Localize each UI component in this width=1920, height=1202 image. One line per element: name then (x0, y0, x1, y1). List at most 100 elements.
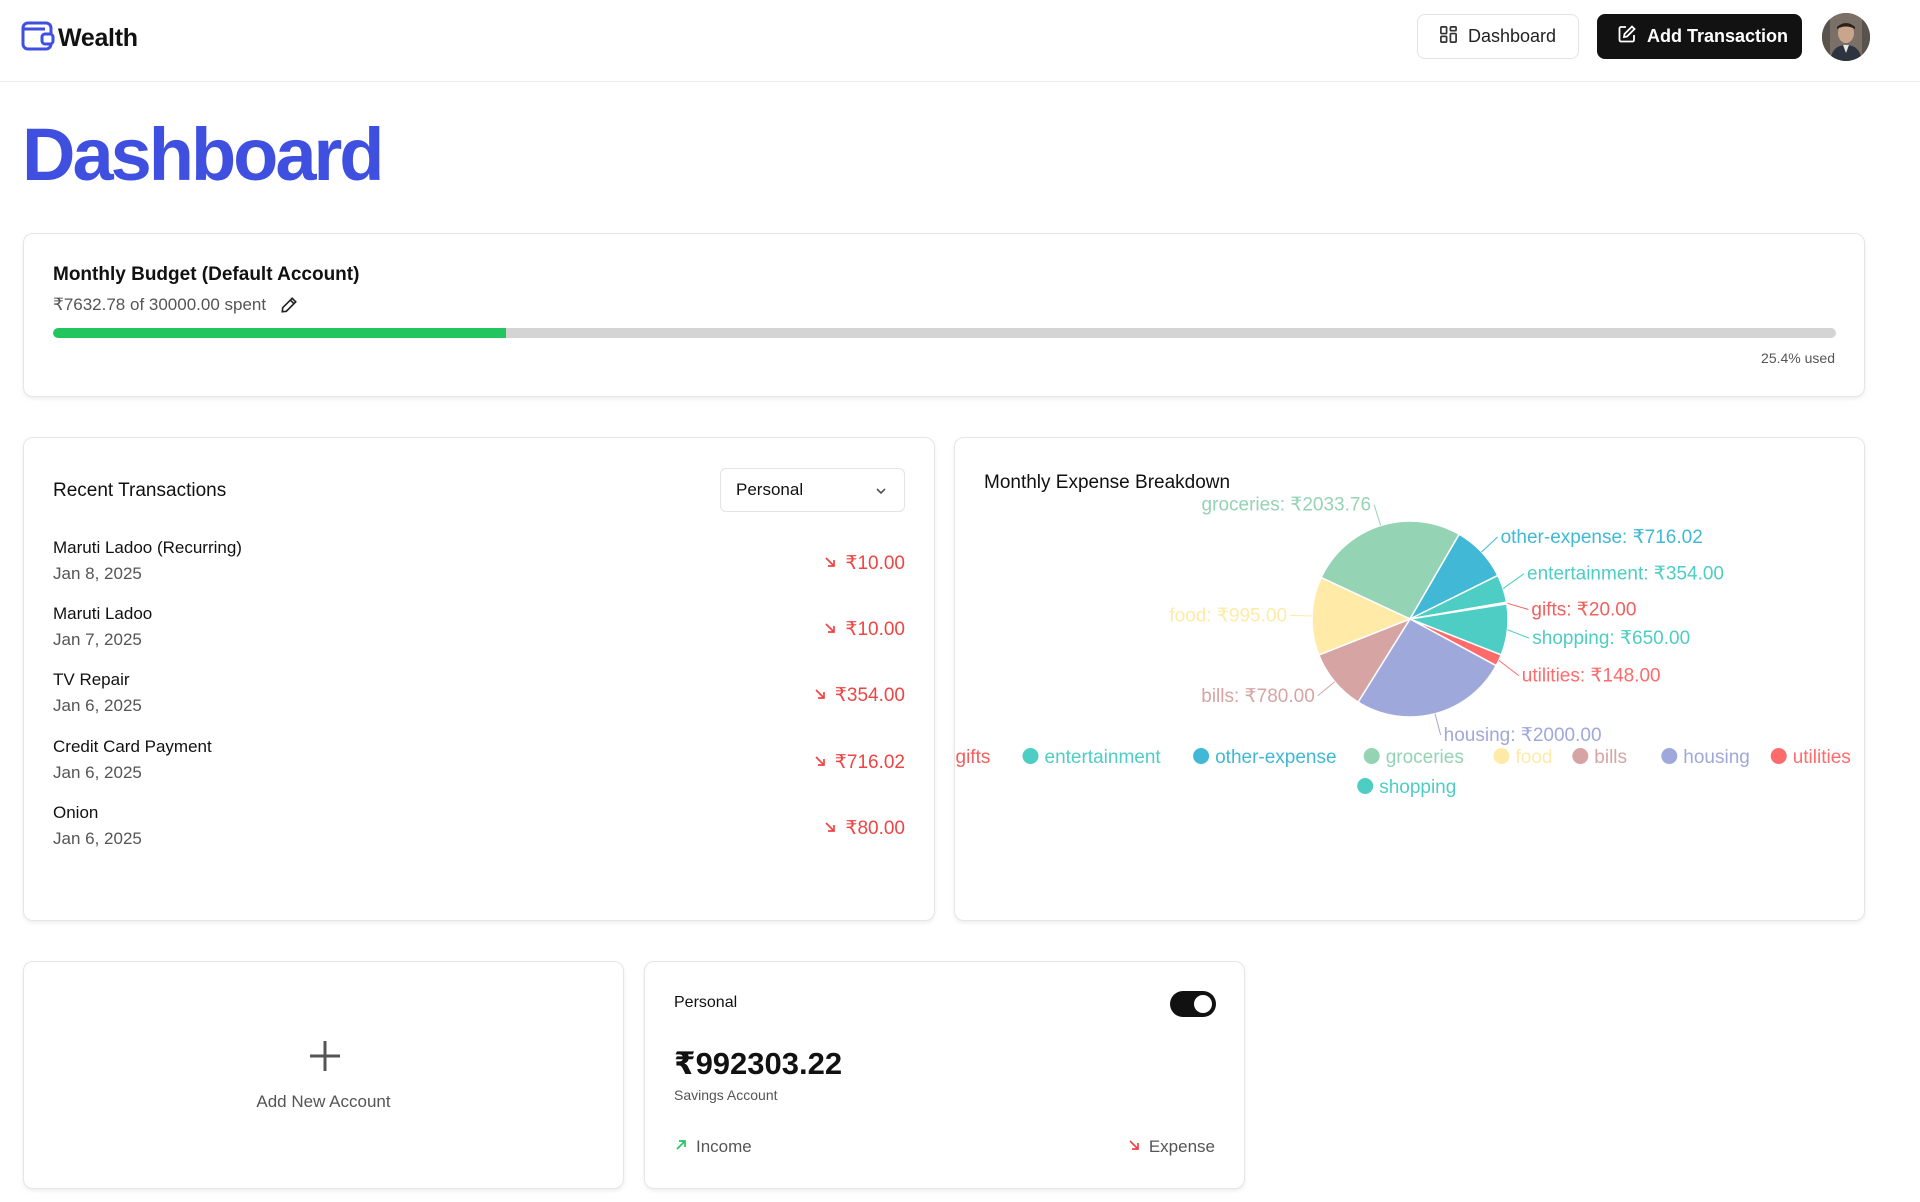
add-new-account-card[interactable]: Add New Account (23, 961, 624, 1189)
pie-leader-other-expense (1481, 536, 1498, 553)
arrow-down-right-icon (823, 818, 837, 840)
pie-leader-gifts (1506, 602, 1529, 610)
budget-progress-bar (53, 328, 1836, 338)
user-avatar[interactable] (1822, 13, 1870, 61)
transaction-amount: ₹10.00 (823, 552, 905, 575)
pie-label-gifts: gifts: ₹20.00 (1531, 599, 1636, 620)
arrow-down-right-icon (823, 619, 837, 641)
pie-label-housing: housing: ₹2000.00 (1444, 725, 1602, 746)
add-new-account-label: Add New Account (256, 1092, 391, 1111)
pie-label-utilities: utilities: ₹148.00 (1522, 666, 1661, 687)
pie-label-entertainment: entertainment: ₹354.00 (1527, 564, 1724, 585)
account-card[interactable]: Personal ₹992303.22 Savings Account Inco… (644, 961, 1245, 1189)
arrow-down-right-icon (813, 685, 827, 707)
expense-breakdown-card: Monthly Expense Breakdown groceries: ₹20… (954, 437, 1865, 921)
expense-pie-chart: groceries: ₹2033.76 other-expense: ₹716.0… (956, 495, 1851, 798)
transaction-row[interactable]: Maruti Ladoo Jan 7, 2025 ₹10.00 (53, 604, 905, 670)
legend-label-entertainment[interactable]: entertainment (1045, 747, 1162, 768)
toggle-knob (1194, 995, 1212, 1013)
recent-transactions-title: Recent Transactions (53, 480, 227, 501)
transaction-amount: ₹716.02 (813, 751, 905, 774)
account-expense-label: Expense (1148, 1137, 1215, 1156)
transaction-date: Jan 7, 2025 (53, 630, 142, 649)
account-balance: ₹992303.22 (674, 1046, 843, 1081)
legend-label-gifts[interactable]: gifts (956, 747, 991, 768)
pie-leader-groceries (1373, 504, 1382, 526)
pie-leader-shopping (1507, 629, 1530, 639)
legend-swatch-utilities[interactable] (1770, 748, 1787, 764)
plus-icon (307, 1038, 343, 1079)
pie-leader-housing (1434, 713, 1442, 736)
budget-used-percent: 25.4% used (1761, 350, 1835, 366)
pie-leader-utilities (1498, 659, 1520, 677)
transaction-date: Jan 6, 2025 (53, 696, 142, 715)
brand-logo[interactable]: Wealth (20, 18, 138, 59)
legend-label-utilities[interactable]: utilities (1793, 747, 1851, 768)
chevron-down-icon (874, 483, 888, 503)
transaction-amount: ₹10.00 (823, 618, 905, 641)
budget-title: Monthly Budget (Default Account) (53, 264, 360, 285)
transaction-name: Credit Card Payment (53, 737, 212, 756)
transaction-date: Jan 6, 2025 (53, 829, 142, 848)
transaction-row[interactable]: Maruti Ladoo (Recurring) Jan 8, 2025 ₹10… (53, 538, 905, 604)
transaction-amount-value: ₹716.02 (834, 752, 905, 773)
brand-name: Wealth (58, 24, 138, 52)
account-select[interactable]: Personal (720, 468, 905, 512)
pie-label-bills: bills: ₹780.00 (1201, 686, 1315, 707)
transaction-name: Maruti Ladoo (53, 604, 153, 623)
account-income: Income (674, 1137, 752, 1157)
transaction-amount-value: ₹10.00 (845, 553, 905, 574)
account-select-value: Personal (736, 480, 804, 499)
pie-leader-food (1290, 614, 1313, 617)
top-navbar: Wealth Dashboard Add Transaction (0, 0, 1920, 82)
pie-label-other-expense: other-expense: ₹716.02 (1501, 527, 1703, 548)
transaction-amount-value: ₹80.00 (845, 818, 905, 839)
legend-swatch-shopping[interactable] (1357, 778, 1374, 794)
page-title: Dashboard (22, 113, 385, 196)
pencil-icon[interactable] (280, 296, 298, 314)
recent-transactions-card: Recent Transactions Personal Maruti Lado… (23, 437, 935, 921)
legend-label-housing[interactable]: housing (1683, 747, 1750, 768)
transaction-amount-value: ₹10.00 (845, 619, 905, 640)
legend-label-shopping[interactable]: shopping (1379, 777, 1456, 798)
add-transaction-button[interactable]: Add Transaction (1597, 14, 1802, 59)
legend-swatch-entertainment[interactable] (1022, 748, 1039, 764)
budget-spent-text: ₹7632.78 of 30000.00 spent (53, 295, 267, 314)
transaction-row[interactable]: TV Repair Jan 6, 2025 ₹354.00 (53, 670, 905, 736)
transaction-date: Jan 6, 2025 (53, 763, 142, 782)
transaction-row[interactable]: Onion Jan 6, 2025 ₹80.00 (53, 803, 905, 869)
legend-swatch-other-expense[interactable] (1193, 748, 1210, 764)
account-income-label: Income (696, 1137, 752, 1156)
wallet-icon (20, 18, 56, 59)
legend-label-bills[interactable]: bills (1594, 747, 1627, 768)
pie-label-food: food: ₹995.00 (1169, 605, 1287, 626)
arrow-down-right-icon (823, 553, 837, 575)
legend-swatch-bills[interactable] (1572, 748, 1589, 764)
default-account-toggle[interactable] (1170, 991, 1216, 1017)
legend-swatch-food[interactable] (1493, 748, 1510, 764)
dashboard-button-label: Dashboard (1468, 26, 1557, 46)
transaction-amount: ₹80.00 (823, 817, 905, 840)
edit-square-icon (1617, 24, 1637, 49)
transaction-row[interactable]: Credit Card Payment Jan 6, 2025 ₹716.02 (53, 737, 905, 803)
account-expense: Expense (1127, 1137, 1215, 1157)
legend-label-food[interactable]: food (1516, 747, 1553, 768)
account-name: Personal (674, 994, 738, 1011)
legend-label-groceries[interactable]: groceries (1386, 747, 1464, 768)
arrow-up-right-icon (674, 1137, 688, 1157)
account-type: Savings Account (674, 1087, 778, 1103)
transaction-amount: ₹354.00 (813, 684, 905, 707)
pie-leader-bills (1317, 681, 1336, 697)
transaction-name: Onion (53, 803, 99, 822)
budget-progress-fill (53, 328, 506, 338)
monthly-budget-card: Monthly Budget (Default Account) ₹7632.7… (23, 233, 1865, 397)
pie-leader-entertainment (1502, 573, 1525, 589)
dashboard-button[interactable]: Dashboard (1417, 14, 1579, 59)
add-transaction-label: Add Transaction (1647, 26, 1789, 46)
legend-swatch-housing[interactable] (1661, 748, 1678, 764)
transaction-date: Jan 8, 2025 (53, 564, 142, 583)
transaction-name: Maruti Ladoo (Recurring) (53, 538, 242, 557)
legend-label-other-expense[interactable]: other-expense (1215, 747, 1336, 768)
legend-swatch-groceries[interactable] (1363, 748, 1380, 764)
layout-grid-icon (1439, 25, 1458, 49)
